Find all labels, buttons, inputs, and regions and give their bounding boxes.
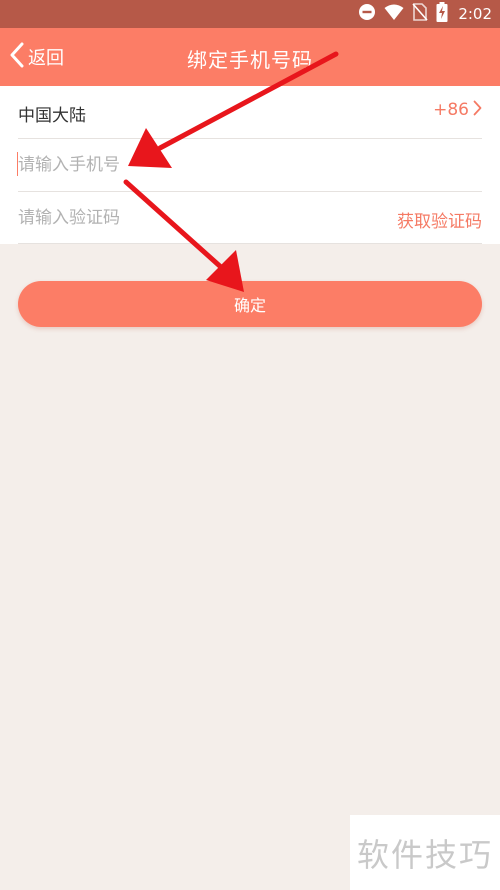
region-label: 中国大陆: [18, 106, 86, 126]
chevron-right-icon: [473, 100, 482, 120]
get-code-button[interactable]: 获取验证码: [397, 207, 482, 232]
nav-bar: 返回 绑定手机号码: [0, 28, 500, 86]
status-time: 2:02: [458, 5, 492, 23]
page-title: 绑定手机号码: [187, 48, 313, 72]
phone-input[interactable]: [16, 150, 318, 180]
no-sim-icon: [412, 3, 428, 25]
wifi-icon: [384, 3, 404, 25]
region-row[interactable]: 中国大陆 +86: [0, 86, 500, 138]
verification-code-input[interactable]: [16, 203, 318, 233]
confirm-button[interactable]: 确定: [18, 281, 482, 327]
code-row: 获取验证码: [0, 192, 500, 244]
status-icons: 2:02: [358, 2, 492, 26]
phone-row: [0, 139, 500, 191]
status-bar: 2:02: [0, 0, 500, 28]
watermark-text: 软件技巧: [356, 835, 493, 874]
battery-charging-icon: [436, 2, 448, 26]
watermark: 软件技巧: [350, 815, 500, 890]
confirm-label: 确定: [233, 296, 266, 315]
do-not-disturb-icon: [358, 3, 376, 25]
region-code-selector[interactable]: +86: [433, 100, 482, 120]
text-cursor: [17, 152, 18, 176]
divider: [18, 243, 482, 244]
region-code: +86: [433, 100, 469, 120]
bind-phone-form: 中国大陆 +86 获取验证码: [0, 86, 500, 244]
